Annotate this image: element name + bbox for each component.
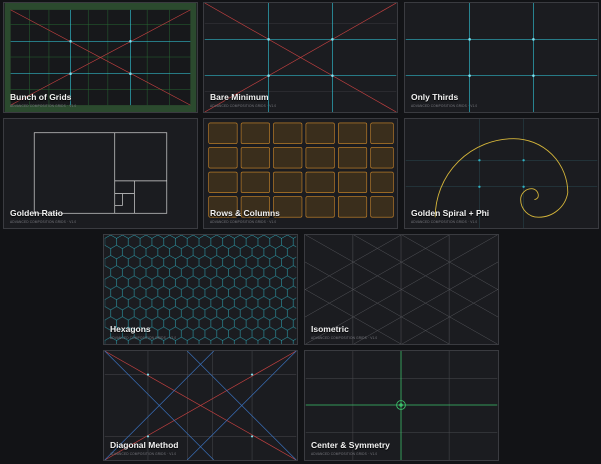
tile-title: Rows & Columns (210, 208, 280, 218)
grid-tile-golden-spiral-phi[interactable]: Golden Spiral + Phi ADVANCED COMPOSITION… (404, 118, 599, 229)
golden-spiral-curve (434, 138, 569, 218)
tile-title: Bare Minimum (210, 92, 269, 102)
grid-tile-center-symmetry[interactable]: Center & Symmetry ADVANCED COMPOSITION G… (304, 350, 499, 461)
tile-subtitle: ADVANCED COMPOSITION GRIDS · V1.0 (411, 220, 478, 224)
tile-title: Golden Ratio (10, 208, 63, 218)
grid-tile-hexagons[interactable]: Hexagons ADVANCED COMPOSITION GRIDS · V1… (103, 234, 298, 345)
tile-title: Diagonal Method (110, 440, 179, 450)
grid-tile-isometric[interactable]: Isometric ADVANCED COMPOSITION GRIDS · V… (304, 234, 499, 345)
tile-title: Only Thirds (411, 92, 459, 102)
tile-subtitle: ADVANCED COMPOSITION GRIDS · V1.0 (411, 104, 478, 108)
grid-tile-bare-minimum[interactable]: Bare Minimum ADVANCED COMPOSITION GRIDS … (203, 2, 398, 113)
grid-tile-diagonal-method[interactable]: Diagonal Method ADVANCED COMPOSITION GRI… (103, 350, 298, 461)
tile-subtitle: ADVANCED COMPOSITION GRIDS · V1.0 (311, 452, 378, 456)
grid-tile-bunch-of-grids[interactable]: Bunch of Grids ADVANCED COMPOSITION GRID… (3, 2, 198, 113)
tile-subtitle: ADVANCED COMPOSITION GRIDS · V1.0 (311, 336, 378, 340)
grid-tile-golden-ratio[interactable]: Golden Ratio ADVANCED COMPOSITION GRIDS … (3, 118, 198, 229)
tile-title: Isometric (311, 324, 349, 334)
tile-subtitle: ADVANCED COMPOSITION GRIDS · V1.0 (110, 336, 177, 340)
tile-title: Hexagons (110, 324, 151, 334)
tile-subtitle: ADVANCED COMPOSITION GRIDS · V1.0 (10, 104, 77, 108)
tile-subtitle: ADVANCED COMPOSITION GRIDS · V1.0 (110, 452, 177, 456)
grid-tile-only-thirds[interactable]: Only Thirds ADVANCED COMPOSITION GRIDS ·… (404, 2, 599, 113)
tile-subtitle: ADVANCED COMPOSITION GRIDS · V1.0 (210, 104, 277, 108)
tile-subtitle: ADVANCED COMPOSITION GRIDS · V1.0 (210, 220, 277, 224)
tile-title: Bunch of Grids (10, 92, 72, 102)
tile-subtitle: ADVANCED COMPOSITION GRIDS · V1.0 (10, 220, 77, 224)
tile-title: Golden Spiral + Phi (411, 208, 490, 218)
grid-tile-rows-columns[interactable]: Rows & Columns ADVANCED COMPOSITION GRID… (203, 118, 398, 229)
tile-title: Center & Symmetry (311, 440, 390, 450)
